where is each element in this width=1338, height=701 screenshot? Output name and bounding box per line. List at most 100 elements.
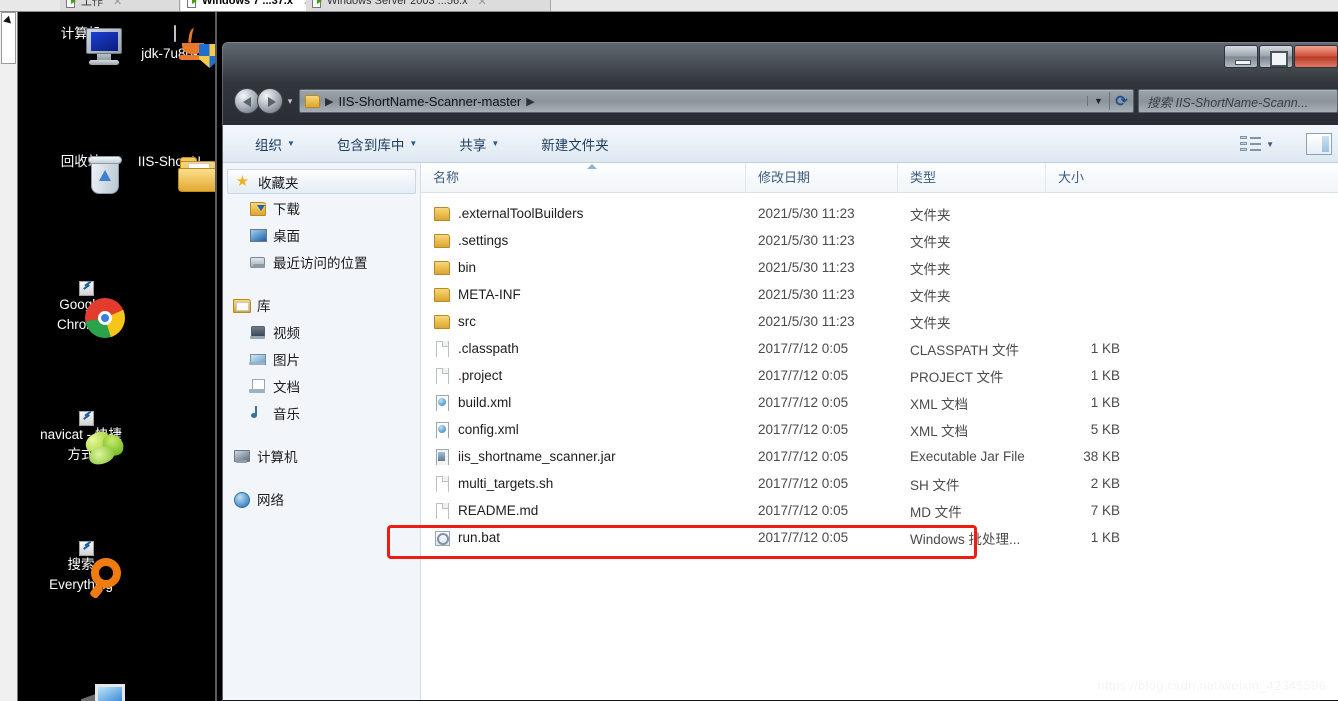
nav-item-desktop[interactable]: 桌面 <box>223 221 420 248</box>
window-controls <box>1223 45 1338 71</box>
file-date-cell: 2021/5/30 11:23 <box>758 206 855 221</box>
column-header-date[interactable]: 修改日期 <box>746 162 898 193</box>
file-name-cell[interactable]: .settings <box>421 232 746 249</box>
vm-tab-icon <box>187 0 198 8</box>
recent-pages-dropdown-icon[interactable]: ▾ <box>283 96 297 107</box>
file-name-cell[interactable]: README.md <box>421 502 746 519</box>
vm-tab-2[interactable]: Windows Server 2003 ...56.x ✕ <box>306 0 551 11</box>
desktop-icon-iis-folder[interactable]: IIS-ShortN... <box>129 152 215 192</box>
file-name-cell[interactable]: multi_targets.sh <box>421 475 746 492</box>
file-size-cell: 38 KB <box>1083 449 1120 464</box>
desktop-icon-chrome[interactable]: Google Chrome <box>35 281 127 338</box>
table-row[interactable]: bin 2021/5/30 11:23 文件夹 <box>421 254 1338 281</box>
column-header-type[interactable]: 类型 <box>898 162 1046 193</box>
nav-item-music[interactable]: 音乐 <box>223 399 420 426</box>
forward-button[interactable] <box>257 88 283 114</box>
table-row[interactable]: run.bat 2017/7/12 0:05 Windows 批处理... 1 … <box>421 524 1338 551</box>
table-row[interactable]: iis_shortname_scanner.jar 2017/7/12 0:05… <box>421 443 1338 470</box>
nav-item-network[interactable]: 网络 <box>223 485 420 512</box>
host-rail-panel[interactable] <box>1 12 16 64</box>
vm-tab-label: Windows Server 2003 ...56.x <box>327 0 468 7</box>
nav-item-libraries[interactable]: 库 <box>223 291 420 318</box>
collapse-arrow-icon[interactable] <box>3 15 14 27</box>
close-button[interactable] <box>1294 45 1338 68</box>
vm-tab-strip: 工作 ✕ Windows 7 ...37.x ✕ Windows Server … <box>0 0 1338 12</box>
column-header-size[interactable]: 大小 <box>1046 163 1146 193</box>
documents-icon <box>249 378 266 394</box>
vm-tab-0[interactable]: 工作 ✕ <box>60 0 180 11</box>
nav-item-recent-places[interactable]: 最近访问的位置 <box>223 248 420 275</box>
nav-item-label: 最近访问的位置 <box>273 255 368 271</box>
file-name-cell[interactable]: META-INF <box>421 286 746 303</box>
refresh-icon[interactable]: ⟳ <box>1109 92 1133 110</box>
file-size-cell: 1 KB <box>1090 368 1120 383</box>
file-name-cell[interactable]: run.bat <box>421 529 746 546</box>
table-row[interactable]: META-INF 2021/5/30 11:23 文件夹 <box>421 281 1338 308</box>
file-list-pane[interactable]: 名称 修改日期 类型 大小 .externalToolBuilders 2021… <box>387 162 1338 700</box>
table-row[interactable]: README.md 2017/7/12 0:05 MD 文件 7 KB <box>421 497 1338 524</box>
nav-item-favorites[interactable]: ★ 收藏夹 <box>227 169 416 194</box>
toolbar-include-in-library-button[interactable]: 包含到库中 ▼ <box>327 130 427 158</box>
column-header-name[interactable]: 名称 <box>421 162 746 193</box>
file-name-cell[interactable]: src <box>421 313 746 330</box>
nav-item-label: 下载 <box>273 201 300 217</box>
breadcrumb-separator-icon[interactable]: ▶ <box>523 95 537 108</box>
file-name-cell[interactable]: iis_shortname_scanner.jar <box>421 448 746 465</box>
file-date-cell: 2017/7/12 0:05 <box>758 395 849 410</box>
toolbar-new-folder-button[interactable]: 新建文件夹 <box>531 130 619 158</box>
table-row[interactable]: .project 2017/7/12 0:05 PROJECT 文件 1 KB <box>421 362 1338 389</box>
nav-item-computer[interactable]: 计算机 <box>223 442 420 469</box>
desktop-icon-computer[interactable]: 计算机 <box>35 24 127 65</box>
breadcrumb[interactable]: ▶ IIS-ShortName-Scanner-master ▶ <box>300 94 1087 109</box>
change-view-icon[interactable] <box>1240 135 1262 153</box>
nav-item-pictures[interactable]: 图片 <box>223 345 420 372</box>
view-chevron-down-icon[interactable]: ▼ <box>1266 140 1274 149</box>
toolbar-organize-button[interactable]: 组织 ▼ <box>245 130 305 158</box>
minimize-button[interactable] <box>1224 45 1258 68</box>
vm-tab-icon <box>312 0 323 8</box>
breadcrumb-path[interactable]: IIS-ShortName-Scanner-master <box>338 94 521 109</box>
table-row[interactable]: .externalToolBuilders 2021/5/30 11:23 文件… <box>421 200 1338 227</box>
pictures-icon <box>249 351 266 367</box>
desktop-icon-recycle-bin[interactable]: 回收站 <box>35 152 127 194</box>
sort-ascending-icon <box>587 164 597 169</box>
file-name-cell[interactable]: config.xml <box>421 421 746 438</box>
vm-tab-close-icon[interactable]: ✕ <box>478 0 487 8</box>
vm-tab-close-icon[interactable]: ✕ <box>113 0 122 8</box>
preview-pane-icon[interactable] <box>1306 133 1332 155</box>
desktop-icon-jdk[interactable]: jdk-7u80-... <box>129 24 215 64</box>
table-row[interactable]: .settings 2021/5/30 11:23 文件夹 <box>421 227 1338 254</box>
nav-item-documents[interactable]: 文档 <box>223 372 420 399</box>
chevron-down-icon: ▼ <box>409 139 418 148</box>
table-row[interactable]: src 2021/5/30 11:23 文件夹 <box>421 308 1338 335</box>
nav-item-downloads[interactable]: 下载 <box>223 194 420 221</box>
navigation-pane[interactable]: ★ 收藏夹 下载 桌面 最近访问的位置 库 视频 图片 文档 音乐 计算机 网络 <box>223 163 421 700</box>
xml-file-icon <box>433 394 450 411</box>
table-row[interactable]: .classpath 2017/7/12 0:05 CLASSPATH 文件 1… <box>421 335 1338 362</box>
file-name-cell[interactable]: bin <box>421 259 746 276</box>
desktop[interactable]: 计算机 jdk-7u80-... 回收站 IIS-ShortN... Googl… <box>19 12 217 701</box>
table-row[interactable]: config.xml 2017/7/12 0:05 XML 文档 5 KB <box>421 416 1338 443</box>
file-name-cell[interactable]: .externalToolBuilders <box>421 205 746 222</box>
file-name-cell[interactable]: build.xml <box>421 394 746 411</box>
explorer-window[interactable]: ▾ ▶ IIS-ShortName-Scanner-master ▶ ▼ ⟳ 搜… <box>222 42 1338 701</box>
table-row[interactable]: multi_targets.sh 2017/7/12 0:05 SH 文件 2 … <box>421 470 1338 497</box>
file-date-cell: 2017/7/12 0:05 <box>758 449 849 464</box>
desktop-icon-navicat[interactable]: navicat - 快捷方式 <box>35 411 127 466</box>
toolbar-share-button[interactable]: 共享 ▼ <box>449 130 509 158</box>
videos-icon <box>249 324 266 340</box>
folder-icon <box>433 313 450 330</box>
address-dropdown-icon[interactable]: ▼ <box>1087 96 1109 106</box>
file-date-cell: 2021/5/30 11:23 <box>758 287 855 302</box>
folder-icon <box>433 259 450 276</box>
nav-item-label: 网络 <box>257 492 284 508</box>
table-row[interactable]: build.xml 2017/7/12 0:05 XML 文档 1 KB <box>421 389 1338 416</box>
nav-item-videos[interactable]: 视频 <box>223 318 420 345</box>
address-bar[interactable]: ▶ IIS-ShortName-Scanner-master ▶ ▼ ⟳ <box>299 89 1134 113</box>
search-input[interactable]: 搜索 IIS-ShortName-Scann... <box>1138 89 1338 113</box>
file-name-cell[interactable]: .project <box>421 367 746 384</box>
chevron-down-icon: ▼ <box>491 139 500 148</box>
file-name-cell[interactable]: .classpath <box>421 340 746 357</box>
desktop-icon-everything[interactable]: 搜索 Everything <box>35 541 127 600</box>
maximize-button[interactable] <box>1259 45 1293 68</box>
